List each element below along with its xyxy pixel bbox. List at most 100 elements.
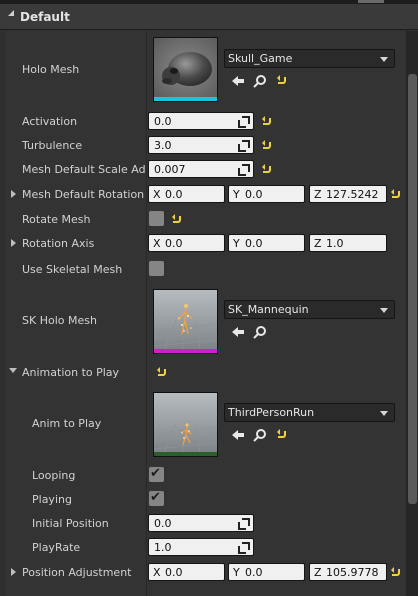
scrollbar-thumb[interactable] bbox=[408, 74, 417, 504]
playing-checkbox[interactable]: ✔ bbox=[149, 491, 164, 506]
sk-holo-mesh-label: SK Holo Mesh bbox=[22, 314, 97, 327]
sk-holo-mesh-thumbnail[interactable] bbox=[153, 289, 218, 354]
rotation-axis-x-value: 0.0 bbox=[165, 237, 183, 250]
animation-to-play-label: Animation to Play bbox=[22, 366, 120, 379]
axis-label: X bbox=[153, 237, 161, 250]
position-adjustment-z-input[interactable]: Z 105.9778 bbox=[309, 563, 387, 581]
column-splitter[interactable] bbox=[146, 31, 147, 596]
skull-preview-image bbox=[154, 38, 217, 99]
browse-asset-icon[interactable] bbox=[253, 74, 267, 88]
axis-label: Y bbox=[233, 237, 240, 250]
reset-to-default-icon[interactable] bbox=[262, 140, 271, 150]
animation-preview-image bbox=[154, 393, 217, 455]
rotation-axis-y-input[interactable]: Y 0.0 bbox=[228, 234, 305, 252]
reset-to-default-icon[interactable] bbox=[157, 367, 166, 377]
drag-grip-icon bbox=[238, 116, 250, 128]
position-adjustment-y-input[interactable]: Y 0.0 bbox=[228, 563, 305, 581]
axis-label: Z bbox=[314, 566, 322, 579]
playing-label: Playing bbox=[32, 493, 72, 506]
asset-type-bar bbox=[154, 97, 217, 101]
mesh-rotation-y-input[interactable]: Y 0.0 bbox=[228, 185, 305, 203]
axis-label: Z bbox=[314, 188, 322, 201]
rotation-axis-y-value: 0.0 bbox=[245, 237, 263, 250]
category-header-default[interactable]: Default bbox=[0, 4, 418, 30]
collapse-arrow-icon[interactable] bbox=[8, 10, 14, 16]
use-skeletal-mesh-checkbox[interactable] bbox=[149, 261, 164, 276]
drag-grip-icon bbox=[238, 164, 250, 176]
initial-position-input[interactable]: 0.0 bbox=[148, 514, 254, 532]
position-adjustment-x-input[interactable]: X 0.0 bbox=[148, 563, 225, 581]
play-rate-input[interactable]: 1.0 bbox=[148, 538, 254, 556]
rotation-axis-label: Rotation Axis bbox=[22, 237, 95, 250]
expand-arrow-icon[interactable] bbox=[11, 239, 16, 247]
holo-mesh-label: Holo Mesh bbox=[22, 63, 80, 76]
axis-label: X bbox=[153, 188, 161, 201]
anim-to-play-label: Anim to Play bbox=[32, 417, 102, 430]
reset-to-default-icon[interactable] bbox=[277, 75, 286, 85]
browse-asset-icon[interactable] bbox=[253, 325, 267, 339]
use-selected-asset-icon[interactable] bbox=[231, 325, 245, 339]
holo-mesh-asset-value: Skull_Game bbox=[228, 52, 293, 65]
axis-label: Z bbox=[314, 237, 322, 250]
mesh-rotation-label: Mesh Default Rotation bbox=[22, 188, 145, 201]
dropdown-arrow-icon bbox=[380, 411, 388, 416]
mesh-scale-value: 0.007 bbox=[154, 163, 186, 176]
dropdown-arrow-icon bbox=[380, 308, 388, 313]
reset-to-default-icon[interactable] bbox=[277, 429, 286, 439]
category-title: Default bbox=[20, 10, 70, 24]
drag-grip-icon bbox=[238, 518, 250, 530]
expand-arrow-icon[interactable] bbox=[11, 568, 16, 576]
mesh-rotation-x-value: 0.0 bbox=[165, 188, 183, 201]
mesh-rotation-z-value: 127.5242 bbox=[326, 188, 379, 201]
turbulence-label: Turbulence bbox=[22, 139, 83, 152]
mesh-scale-input[interactable]: 0.007 bbox=[148, 160, 254, 178]
holo-mesh-thumbnail[interactable] bbox=[153, 37, 218, 102]
rotate-mesh-checkbox[interactable] bbox=[149, 211, 164, 226]
initial-position-label: Initial Position bbox=[32, 517, 109, 530]
sk-holo-mesh-asset-dropdown[interactable]: SK_Mannequin bbox=[224, 300, 395, 319]
toolbar-button[interactable] bbox=[358, 0, 384, 3]
reset-to-default-icon[interactable] bbox=[391, 189, 400, 199]
looping-checkbox[interactable]: ✔ bbox=[149, 467, 164, 482]
anim-to-play-asset-dropdown[interactable]: ThirdPersonRun bbox=[224, 403, 395, 422]
asset-type-bar bbox=[154, 452, 217, 456]
reset-to-default-icon[interactable] bbox=[172, 214, 181, 224]
checkmark-icon: ✔ bbox=[150, 466, 161, 481]
use-selected-asset-icon[interactable] bbox=[231, 74, 245, 88]
play-rate-label: PlayRate bbox=[32, 541, 81, 554]
initial-position-value: 0.0 bbox=[154, 517, 172, 530]
mesh-rotation-x-input[interactable]: X 0.0 bbox=[148, 185, 225, 203]
anim-to-play-asset-value: ThirdPersonRun bbox=[228, 406, 315, 419]
reset-to-default-icon[interactable] bbox=[262, 164, 271, 174]
collapse-arrow-icon[interactable] bbox=[9, 368, 17, 373]
mannequin-preview-image bbox=[154, 290, 217, 352]
reset-to-default-icon[interactable] bbox=[391, 567, 400, 577]
turbulence-input[interactable]: 3.0 bbox=[148, 136, 254, 154]
asset-type-bar bbox=[154, 349, 217, 353]
reset-to-default-icon[interactable] bbox=[262, 116, 271, 126]
browse-asset-icon[interactable] bbox=[253, 428, 267, 442]
rotation-axis-z-value: 1.0 bbox=[326, 237, 344, 250]
activation-input[interactable]: 0.0 bbox=[148, 112, 254, 130]
anim-to-play-thumbnail[interactable] bbox=[153, 392, 218, 457]
sk-holo-mesh-asset-value: SK_Mannequin bbox=[228, 303, 309, 316]
position-adjustment-x-value: 0.0 bbox=[165, 566, 183, 579]
use-selected-asset-icon[interactable] bbox=[231, 428, 245, 442]
turbulence-value: 3.0 bbox=[154, 139, 172, 152]
looping-label: Looping bbox=[32, 469, 76, 482]
position-adjustment-z-value: 105.9778 bbox=[326, 566, 379, 579]
mesh-rotation-z-input[interactable]: Z 127.5242 bbox=[309, 185, 387, 203]
expand-arrow-icon[interactable] bbox=[11, 190, 16, 198]
drag-grip-icon bbox=[238, 542, 250, 554]
holo-mesh-asset-dropdown[interactable]: Skull_Game bbox=[224, 49, 395, 68]
rotation-axis-x-input[interactable]: X 0.0 bbox=[148, 234, 225, 252]
axis-label: X bbox=[153, 566, 161, 579]
rotate-mesh-label: Rotate Mesh bbox=[22, 213, 91, 226]
play-rate-value: 1.0 bbox=[154, 541, 172, 554]
activation-label: Activation bbox=[22, 115, 78, 128]
checkmark-icon: ✔ bbox=[150, 490, 161, 505]
use-skeletal-mesh-label: Use Skeletal Mesh bbox=[22, 263, 123, 276]
mesh-scale-label: Mesh Default Scale Adju bbox=[22, 163, 145, 176]
position-adjustment-y-value: 0.0 bbox=[245, 566, 263, 579]
rotation-axis-z-input[interactable]: Z 1.0 bbox=[309, 234, 387, 252]
